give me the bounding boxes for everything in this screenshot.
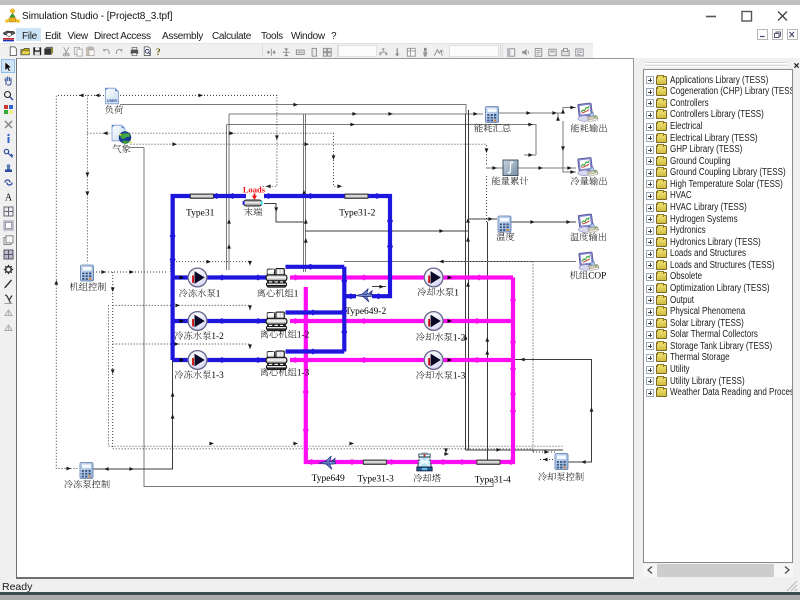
svg-text:1-2: 1-2	[297, 331, 310, 341]
svg-text:USER: USER	[107, 99, 117, 103]
svg-text:1: 1	[216, 290, 221, 300]
svg-text:1-2: 1-2	[453, 333, 466, 343]
svg-text:Type31-3: Type31-3	[358, 475, 395, 485]
svg-text:1: 1	[454, 288, 459, 298]
svg-text:Type649: Type649	[312, 474, 345, 484]
svg-text:1: 1	[294, 290, 299, 300]
svg-text:1-3: 1-3	[297, 369, 310, 379]
svg-text:Type31: Type31	[186, 208, 215, 218]
svg-text:Type31-4: Type31-4	[475, 476, 512, 486]
svg-text:Type31-2: Type31-2	[339, 208, 376, 218]
svg-text:Type649-2: Type649-2	[345, 307, 386, 317]
svg-text:Loads: Loads	[243, 185, 266, 195]
svg-text:1-3: 1-3	[453, 372, 466, 382]
svg-text:1-2: 1-2	[211, 332, 224, 342]
svg-text:1-3: 1-3	[211, 371, 224, 381]
svg-text:COP: COP	[588, 272, 606, 282]
